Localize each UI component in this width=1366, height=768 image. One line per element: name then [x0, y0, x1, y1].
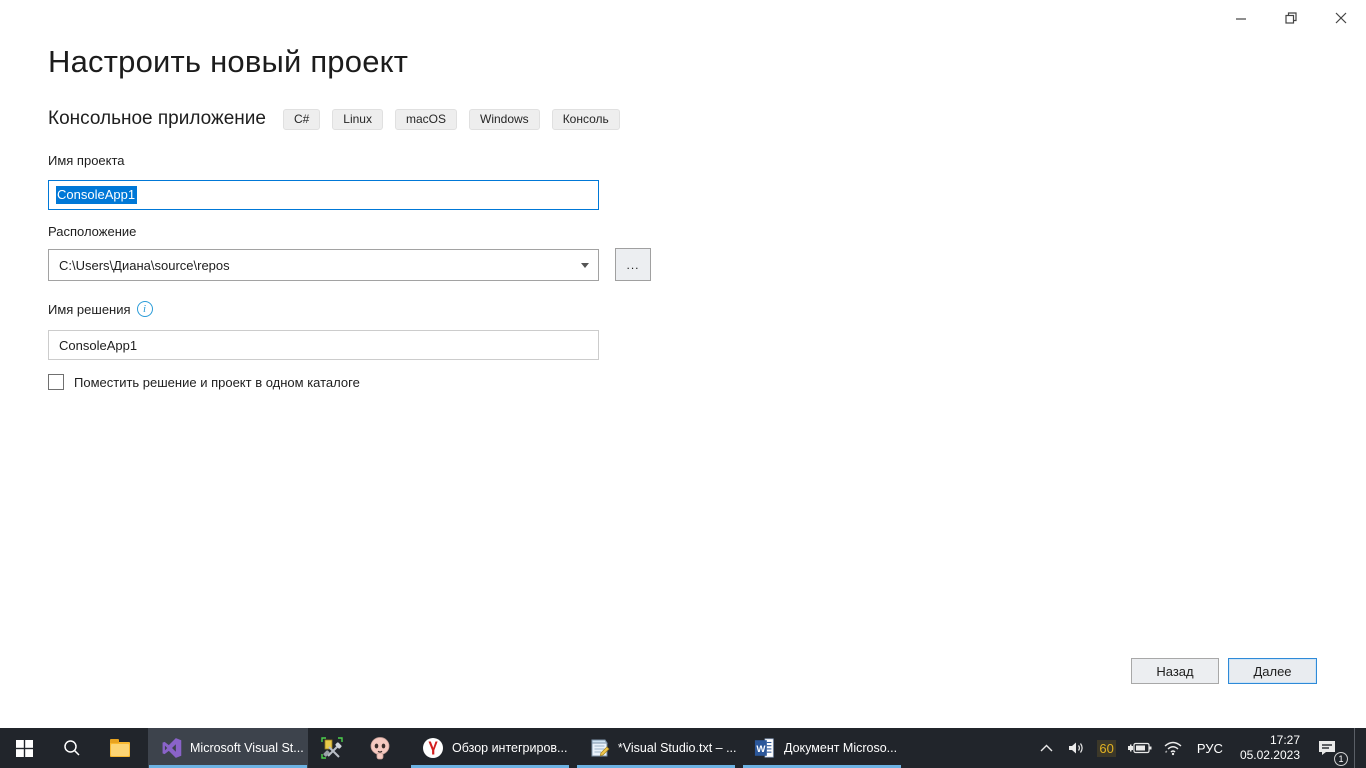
taskbar-task-notepad[interactable]: *Visual Studio.txt – ...	[576, 728, 736, 768]
template-tags: C# Linux macOS Windows Консоль	[283, 109, 620, 130]
task-label: Документ Microso...	[784, 741, 897, 755]
isaac-game-icon	[367, 735, 393, 761]
time-value: 17:27	[1240, 733, 1300, 748]
notification-count-badge: 1	[1334, 752, 1348, 766]
wifi-icon[interactable]: *	[1162, 734, 1184, 762]
restore-icon[interactable]	[1276, 6, 1306, 30]
show-desktop-button[interactable]	[1354, 728, 1358, 768]
battery-percent-value[interactable]: 60	[1097, 740, 1115, 757]
start-button[interactable]	[0, 728, 48, 768]
page-title: Настроить новый проект	[48, 44, 408, 80]
taskbar-pin-rpg-maker[interactable]	[308, 728, 356, 768]
task-label: *Visual Studio.txt – ...	[618, 741, 736, 755]
word-icon: W	[754, 737, 776, 759]
folder-icon	[110, 742, 130, 757]
speaker-icon[interactable]	[1066, 734, 1088, 762]
search-button[interactable]	[48, 728, 96, 768]
project-name-value: ConsoleApp1	[56, 186, 137, 204]
tag-macos[interactable]: macOS	[395, 109, 457, 130]
visual-studio-icon	[160, 737, 182, 759]
taskbar-task-word[interactable]: W Документ Microso...	[742, 728, 902, 768]
file-explorer-button[interactable]	[96, 728, 144, 768]
search-icon	[63, 739, 81, 757]
location-label: Расположение	[48, 224, 136, 239]
tag-csharp[interactable]: C#	[283, 109, 320, 130]
notification-center-button[interactable]: 1	[1313, 734, 1341, 762]
tag-linux[interactable]: Linux	[332, 109, 383, 130]
solution-name-input[interactable]: ConsoleApp1	[48, 330, 599, 360]
system-tray: 60 * РУС 17:27 05.02.2023 1	[1035, 728, 1358, 768]
solution-name-value: ConsoleApp1	[59, 338, 137, 353]
template-name: Консольное приложение	[48, 108, 266, 130]
notification-icon	[1317, 740, 1337, 756]
info-icon[interactable]: i	[137, 301, 153, 317]
project-name-input[interactable]: ConsoleApp1	[48, 180, 599, 210]
windows-start-icon	[16, 740, 33, 757]
taskbar: Microsoft Visual St... Обзор интегриров.…	[0, 728, 1366, 768]
taskbar-task-yandex-browser[interactable]: Обзор интегриров...	[410, 728, 570, 768]
window-controls	[1226, 6, 1356, 30]
tag-console[interactable]: Консоль	[552, 109, 620, 130]
location-combobox[interactable]: C:\Users\Диана\source\repos	[48, 249, 599, 281]
language-indicator[interactable]: РУС	[1193, 741, 1227, 756]
chevron-down-icon[interactable]	[581, 263, 589, 268]
project-name-label: Имя проекта	[48, 153, 125, 168]
close-icon[interactable]	[1326, 6, 1356, 30]
notepad-icon	[588, 737, 610, 759]
location-value: C:\Users\Диана\source\repos	[59, 258, 230, 273]
svg-text:*: *	[1165, 751, 1168, 756]
tag-windows[interactable]: Windows	[469, 109, 540, 130]
task-label: Microsoft Visual St...	[190, 741, 304, 755]
solution-name-label: Имя решения i	[48, 301, 153, 317]
browse-button[interactable]: ...	[615, 248, 651, 281]
minimize-icon[interactable]	[1226, 6, 1256, 30]
chevron-up-icon[interactable]	[1035, 734, 1057, 762]
taskbar-pin-isaac[interactable]	[356, 728, 404, 768]
task-label: Обзор интегриров...	[452, 741, 567, 755]
next-button[interactable]: Далее	[1228, 658, 1317, 684]
same-directory-label: Поместить решение и проект в одном катал…	[74, 375, 360, 390]
date-value: 05.02.2023	[1240, 748, 1300, 763]
same-directory-checkbox[interactable]	[48, 374, 64, 390]
battery-charging-icon[interactable]	[1125, 734, 1153, 762]
clock[interactable]: 17:27 05.02.2023	[1236, 733, 1304, 763]
svg-text:W: W	[756, 744, 766, 755]
taskbar-task-visual-studio[interactable]: Microsoft Visual St...	[148, 728, 308, 768]
back-button[interactable]: Назад	[1131, 658, 1219, 684]
rpg-maker-icon	[320, 736, 344, 760]
yandex-browser-icon	[422, 737, 444, 759]
